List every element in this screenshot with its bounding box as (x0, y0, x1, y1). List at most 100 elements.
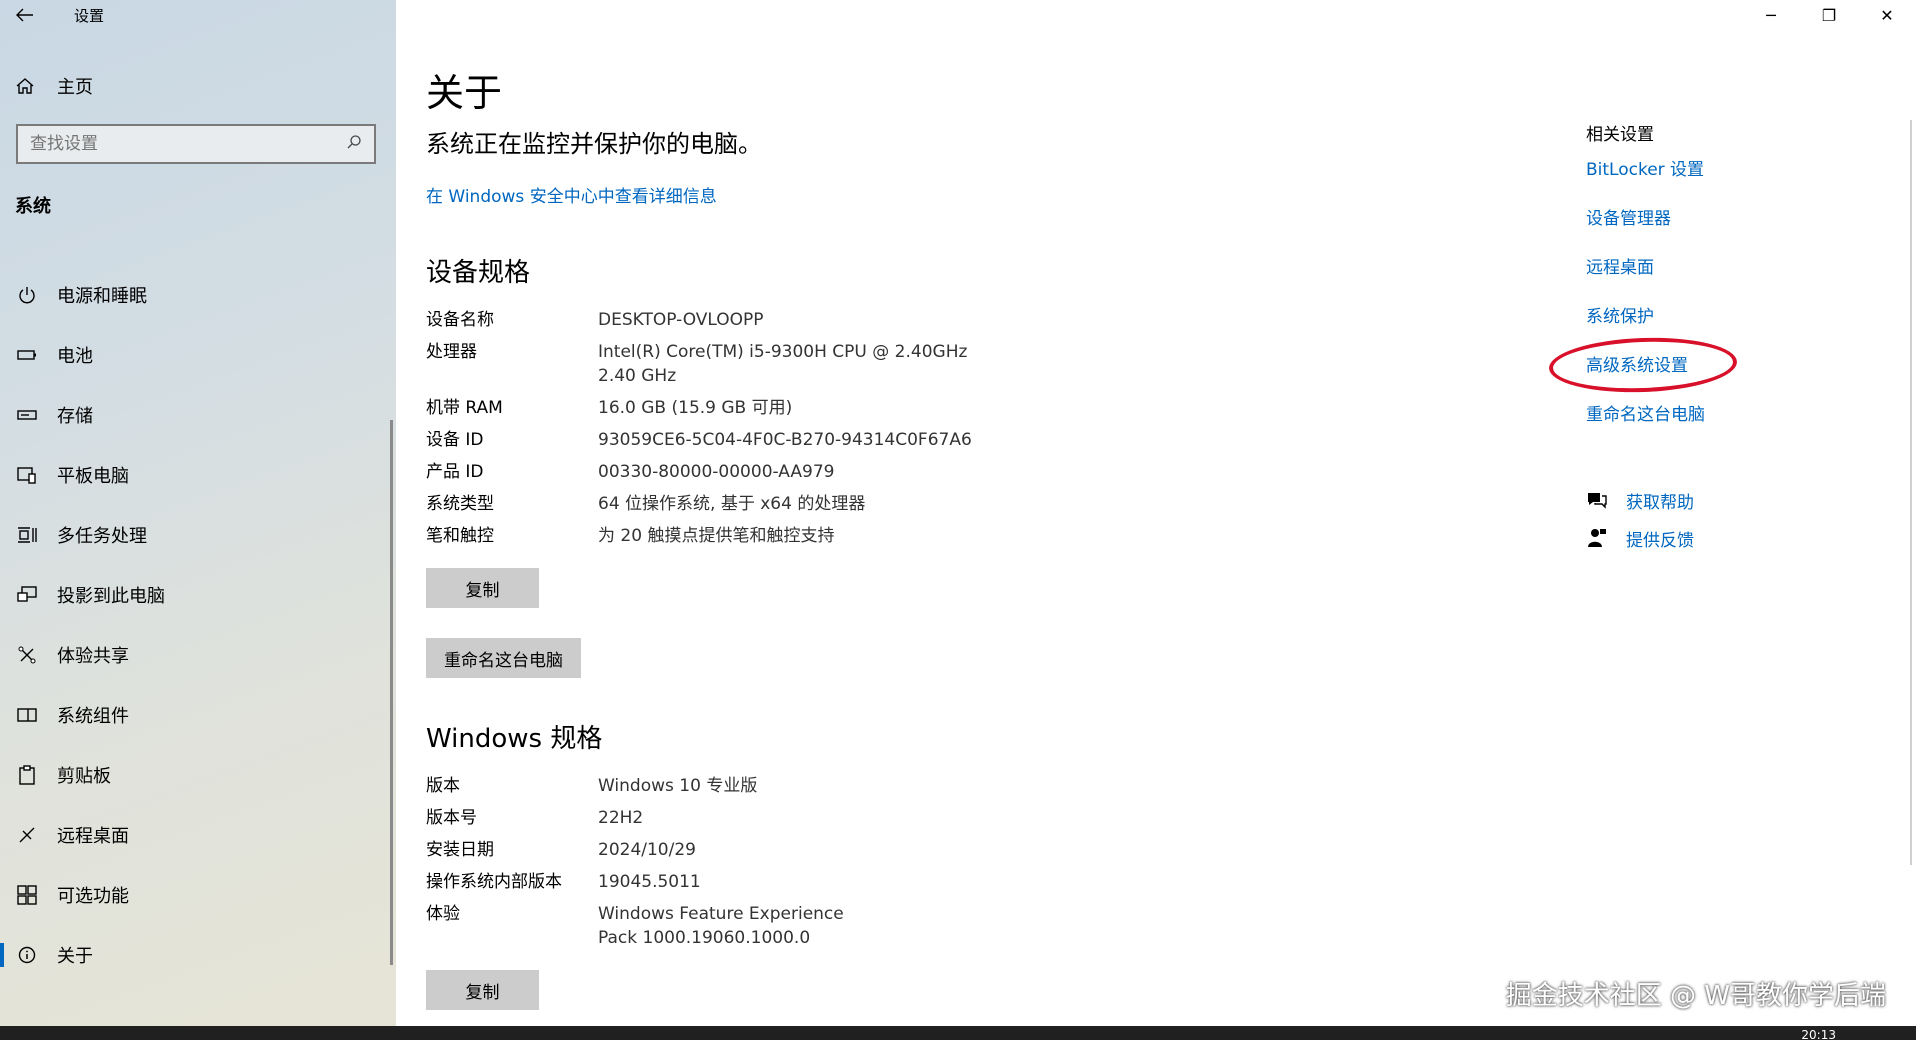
protection-status: 系统正在监控并保护你的电脑。 (426, 130, 762, 158)
sidebar-item-label: 体验共享 (57, 646, 129, 667)
storage-icon (15, 410, 39, 420)
spec-value: Windows 10 专业版 (598, 776, 758, 796)
window-controls: ─ ❐ ✕ (1742, 0, 1916, 30)
title-bar: 设置 (0, 0, 396, 30)
sidebar-item-project[interactable]: 投影到此电脑 (0, 565, 396, 625)
feedback-person-icon (1586, 528, 1612, 548)
feedback-link[interactable]: 提供反馈 (1586, 519, 1694, 557)
annotation-circle (1548, 334, 1738, 396)
home-icon (15, 77, 39, 95)
sidebar-item-clipboard[interactable]: 剪贴板 (0, 745, 396, 805)
sidebar-item-battery[interactable]: 电池 (0, 325, 396, 385)
remote-desktop-icon (15, 826, 39, 844)
spec-row: 处理器 Intel(R) Core(TM) i5-9300H CPU @ 2.40… (426, 340, 1126, 388)
multitask-icon (15, 526, 39, 544)
sidebar-item-tablet[interactable]: 平板电脑 (0, 445, 396, 505)
home-nav-item[interactable]: 主页 (0, 66, 396, 106)
spec-key: 版本 (426, 776, 460, 796)
spec-value: 19045.5011 (598, 872, 701, 892)
spec-row: 机带 RAM 16.0 GB (15.9 GB 可用) (426, 396, 1126, 420)
close-icon: ✕ (1880, 5, 1894, 25)
spec-row: 设备 ID 93059CE6-5C04-4F0C-B270-94314C0F67A… (426, 428, 1126, 452)
app-title: 设置 (74, 6, 105, 25)
minimize-button[interactable]: ─ (1742, 0, 1800, 30)
back-arrow-icon (16, 8, 33, 22)
sidebar-item-label: 电池 (57, 346, 93, 367)
sidebar-item-label: 系统组件 (57, 706, 129, 727)
tablet-icon (15, 466, 39, 484)
sidebar-item-label: 电源和睡眠 (57, 286, 147, 307)
sidebar-item-optional-features[interactable]: 可选功能 (0, 865, 396, 925)
spec-value: Intel(R) Core(TM) i5-9300H CPU @ 2.40GHz… (598, 342, 968, 386)
windows-spec-table: 版本 Windows 10 专业版 版本号 22H2 安装日期 2024/10/29 … (426, 774, 1126, 958)
sidebar-item-about[interactable]: 关于 (0, 925, 396, 985)
spec-key: 体验 (426, 904, 460, 924)
main-scrollbar[interactable] (1910, 120, 1912, 865)
bitlocker-link[interactable]: BitLocker 设置 (1586, 159, 1705, 208)
power-icon (15, 286, 39, 304)
spec-row: 系统类型 64 位操作系统, 基于 x64 的处理器 (426, 492, 1126, 516)
sidebar: 设置 主页 系统 电源和睡眠 电池 存储 平板电脑 (0, 0, 396, 1026)
rename-pc-link[interactable]: 重命名这台电脑 (1586, 404, 1705, 453)
taskbar-clock[interactable]: 20:13 (1801, 1028, 1836, 1040)
security-center-link[interactable]: 在 Windows 安全中心中查看详细信息 (426, 182, 717, 207)
spec-key: 产品 ID (426, 462, 484, 482)
restore-icon: ❐ (1821, 5, 1837, 25)
copy-windows-spec-button[interactable]: 复制 (426, 970, 539, 1010)
spec-key: 笔和触控 (426, 526, 494, 546)
spec-value: DESKTOP-OVLOOPP (598, 310, 764, 330)
spec-row: 操作系统内部版本 19045.5011 (426, 870, 1126, 894)
sidebar-item-share[interactable]: 体验共享 (0, 625, 396, 685)
sidebar-item-label: 远程桌面 (57, 826, 129, 847)
back-button[interactable] (0, 0, 50, 30)
sidebar-item-multitask[interactable]: 多任务处理 (0, 505, 396, 565)
search-icon[interactable] (346, 134, 362, 154)
sidebar-item-label: 平板电脑 (57, 466, 129, 487)
sidebar-item-components[interactable]: 系统组件 (0, 685, 396, 745)
home-label: 主页 (57, 77, 93, 98)
spec-value: 为 20 触摸点提供笔和触控支持 (598, 526, 835, 546)
spec-value: 00330-80000-00000-AA979 (598, 462, 835, 482)
spec-key: 版本号 (426, 808, 477, 828)
copy-device-spec-button[interactable]: 复制 (426, 568, 539, 608)
help-chat-icon (1586, 490, 1612, 510)
restore-button[interactable]: ❐ (1800, 0, 1858, 30)
sidebar-scrollbar[interactable] (390, 420, 393, 965)
spec-value: 16.0 GB (15.9 GB 可用) (598, 398, 793, 418)
sidebar-item-label: 可选功能 (57, 886, 129, 907)
search-input[interactable] (30, 134, 346, 154)
windows-spec-heading: Windows 规格 (426, 724, 603, 754)
device-spec-heading: 设备规格 (426, 258, 531, 288)
related-settings: 相关设置 BitLocker 设置 设备管理器 远程桌面 系统保护 高级系统设置… (1586, 120, 1705, 453)
sidebar-item-label: 关于 (57, 946, 93, 967)
sidebar-item-storage[interactable]: 存储 (0, 385, 396, 445)
minimize-icon: ─ (1766, 5, 1776, 25)
remote-desktop-link[interactable]: 远程桌面 (1586, 257, 1705, 306)
battery-icon (15, 350, 39, 360)
sidebar-item-label: 投影到此电脑 (57, 586, 165, 607)
spec-row: 版本号 22H2 (426, 806, 1126, 830)
components-icon (15, 707, 39, 723)
spec-value: 64 位操作系统, 基于 x64 的处理器 (598, 494, 866, 514)
share-icon (15, 646, 39, 664)
sidebar-item-power[interactable]: 电源和睡眠 (0, 265, 396, 325)
watermark: 掘金技术社区 @ W哥教你学后端 (1505, 981, 1886, 1011)
spec-key: 安装日期 (426, 840, 494, 860)
get-help-link[interactable]: 获取帮助 (1586, 481, 1694, 519)
device-manager-link[interactable]: 设备管理器 (1586, 208, 1705, 257)
spec-key: 设备 ID (426, 430, 484, 450)
taskbar: 20:13 (0, 1026, 1916, 1040)
spec-value: 22H2 (598, 808, 644, 828)
clipboard-icon (15, 765, 39, 785)
page-title: 关于 (426, 71, 503, 115)
sidebar-item-label: 多任务处理 (57, 526, 147, 547)
search-box[interactable] (16, 124, 376, 164)
sidebar-item-remote-desktop[interactable]: 远程桌面 (0, 805, 396, 865)
spec-row: 版本 Windows 10 专业版 (426, 774, 1126, 798)
info-icon (15, 946, 39, 964)
spec-key: 处理器 (426, 342, 477, 362)
spec-row: 设备名称 DESKTOP-OVLOOPP (426, 308, 1126, 332)
section-label: 系统 (15, 196, 51, 217)
rename-pc-button[interactable]: 重命名这台电脑 (426, 638, 581, 678)
close-button[interactable]: ✕ (1858, 0, 1916, 30)
